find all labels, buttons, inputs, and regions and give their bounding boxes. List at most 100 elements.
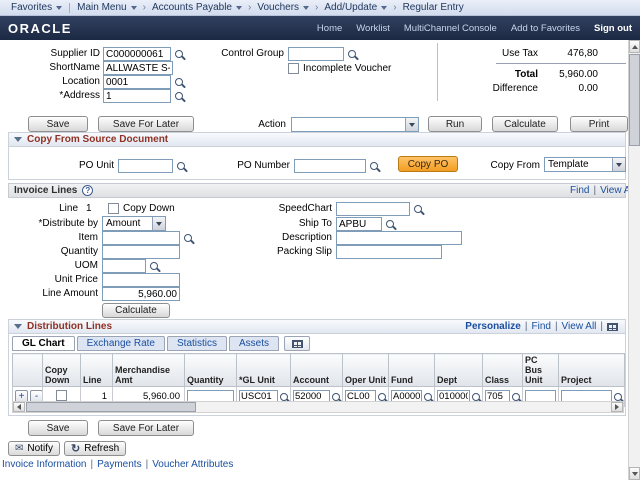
shortname-input[interactable]: [103, 61, 173, 75]
tab-gl-chart[interactable]: GL Chart: [12, 336, 75, 351]
description-input[interactable]: [336, 231, 462, 245]
breadcrumb-item-vouchers[interactable]: Vouchers: [252, 2, 314, 13]
packing-slip-input[interactable]: [336, 245, 442, 259]
lookup-icon[interactable]: [472, 393, 480, 401]
grid-horizontal-scrollbar[interactable]: [12, 401, 624, 413]
uom-label: UOM: [18, 259, 98, 273]
use-tax-label: Use Tax: [438, 47, 538, 61]
incomplete-voucher-checkbox[interactable]: [288, 63, 299, 74]
personalize-link[interactable]: Personalize: [465, 321, 521, 332]
lookup-icon[interactable]: [150, 262, 158, 270]
collapse-arrow-icon[interactable]: [14, 324, 22, 329]
ship-to-input[interactable]: [336, 217, 382, 231]
breadcrumb-item-label: Vouchers: [257, 2, 299, 13]
copy-down-label: Copy Down: [123, 202, 175, 216]
payments-link[interactable]: Payments: [97, 459, 141, 470]
view-all-link[interactable]: View All: [562, 321, 597, 332]
speedchart-input[interactable]: [336, 202, 410, 216]
save-for-later-button-bottom[interactable]: Save For Later: [98, 420, 194, 436]
unit-price-field: [102, 273, 180, 287]
find-link[interactable]: Find: [531, 321, 550, 332]
lookup-icon[interactable]: [348, 50, 356, 58]
favorites-menu[interactable]: Favorites: [6, 2, 67, 13]
show-all-columns-button[interactable]: [284, 336, 310, 351]
breadcrumb-item-main-menu[interactable]: Main Menu: [72, 2, 141, 13]
save-button-bottom[interactable]: Save: [28, 420, 88, 436]
scrollbar-thumb[interactable]: [629, 54, 640, 146]
distribute-by-select[interactable]: Amount: [102, 216, 166, 231]
lookup-icon[interactable]: [175, 78, 183, 86]
supplier-id-input[interactable]: [103, 47, 171, 61]
uom-input[interactable]: [102, 259, 146, 273]
lookup-icon[interactable]: [386, 220, 394, 228]
packing-slip-label: Packing Slip: [250, 245, 332, 259]
lookup-icon[interactable]: [424, 393, 432, 401]
help-icon[interactable]: ?: [82, 185, 93, 196]
refresh-button[interactable]: Refresh: [64, 441, 126, 456]
lookup-icon[interactable]: [332, 393, 340, 401]
action-select[interactable]: [291, 117, 419, 132]
header-link-sign-out[interactable]: Sign out: [594, 23, 632, 34]
tab-exchange-rate[interactable]: Exchange Rate: [77, 336, 165, 351]
lookup-icon[interactable]: [184, 234, 192, 242]
scroll-down-button[interactable]: [629, 467, 640, 480]
po-number-input[interactable]: [294, 159, 366, 173]
scroll-up-button[interactable]: [629, 40, 640, 53]
lookup-icon[interactable]: [175, 92, 183, 100]
scroll-right-button[interactable]: [611, 402, 623, 412]
header-link-home[interactable]: Home: [317, 23, 342, 34]
quantity-input[interactable]: [102, 245, 180, 259]
line-amount-input[interactable]: [102, 287, 180, 301]
unit-price-label: Unit Price: [18, 273, 98, 287]
header-link-add-to-favorites[interactable]: Add to Favorites: [511, 23, 580, 34]
lookup-icon[interactable]: [370, 162, 378, 170]
control-group-input[interactable]: [288, 47, 344, 61]
download-grid-icon[interactable]: [607, 323, 618, 331]
invoice-information-link[interactable]: Invoice Information: [2, 459, 87, 470]
main-content: Supplier ID ShortName Location *Address …: [0, 40, 628, 480]
header-link-worklist[interactable]: Worklist: [356, 23, 390, 34]
calculate-button[interactable]: Calculate: [492, 116, 558, 132]
lookup-icon[interactable]: [414, 205, 422, 213]
lookup-icon[interactable]: [280, 393, 288, 401]
breadcrumb-item-accounts-payable[interactable]: Accounts Payable: [147, 2, 247, 13]
item-input[interactable]: [102, 231, 180, 245]
line-calculate-button[interactable]: Calculate: [102, 303, 170, 318]
tab-assets[interactable]: Assets: [229, 336, 279, 351]
lookup-icon[interactable]: [378, 393, 386, 401]
voucher-attributes-link[interactable]: Voucher Attributes: [152, 459, 233, 470]
row-copy-down-checkbox[interactable]: [56, 390, 67, 401]
po-unit-input[interactable]: [118, 159, 173, 173]
find-link[interactable]: Find: [570, 185, 589, 196]
location-input[interactable]: [103, 75, 171, 89]
lookup-icon[interactable]: [175, 50, 183, 58]
breadcrumb-item-add-update[interactable]: Add/Update: [319, 2, 392, 13]
save-button[interactable]: Save: [28, 116, 88, 132]
view-all-link[interactable]: View All: [600, 185, 628, 196]
run-button[interactable]: Run: [428, 116, 482, 132]
lookup-icon[interactable]: [177, 162, 185, 170]
separator: |: [525, 321, 528, 332]
copy-from-select[interactable]: Template: [544, 157, 626, 172]
copy-down-checkbox[interactable]: [108, 203, 119, 214]
notify-button[interactable]: Notify: [8, 441, 60, 456]
grid-header-row: Copy Down Line Merchandise Amt Quantity …: [13, 354, 625, 387]
print-button[interactable]: Print: [570, 116, 628, 132]
item-field: [102, 231, 192, 245]
header-links: Home Worklist MultiChannel Console Add t…: [317, 23, 632, 34]
lookup-icon[interactable]: [512, 393, 520, 401]
copy-po-button[interactable]: Copy PO: [398, 156, 458, 172]
save-for-later-button[interactable]: Save For Later: [98, 116, 194, 132]
address-input[interactable]: [103, 89, 171, 103]
breadcrumb-item-regular-entry[interactable]: Regular Entry: [398, 2, 469, 13]
tab-statistics[interactable]: Statistics: [167, 336, 227, 351]
description-field: [336, 231, 462, 245]
scrollbar-thumb[interactable]: [26, 402, 196, 412]
collapse-arrow-icon[interactable]: [14, 137, 22, 142]
scroll-left-button[interactable]: [13, 402, 25, 412]
unit-price-input[interactable]: [102, 273, 180, 287]
lookup-icon[interactable]: [614, 393, 622, 401]
header-link-multichannel-console[interactable]: MultiChannel Console: [404, 23, 497, 34]
grid-header-account: Account: [291, 354, 343, 387]
page-vertical-scrollbar[interactable]: [628, 40, 640, 480]
